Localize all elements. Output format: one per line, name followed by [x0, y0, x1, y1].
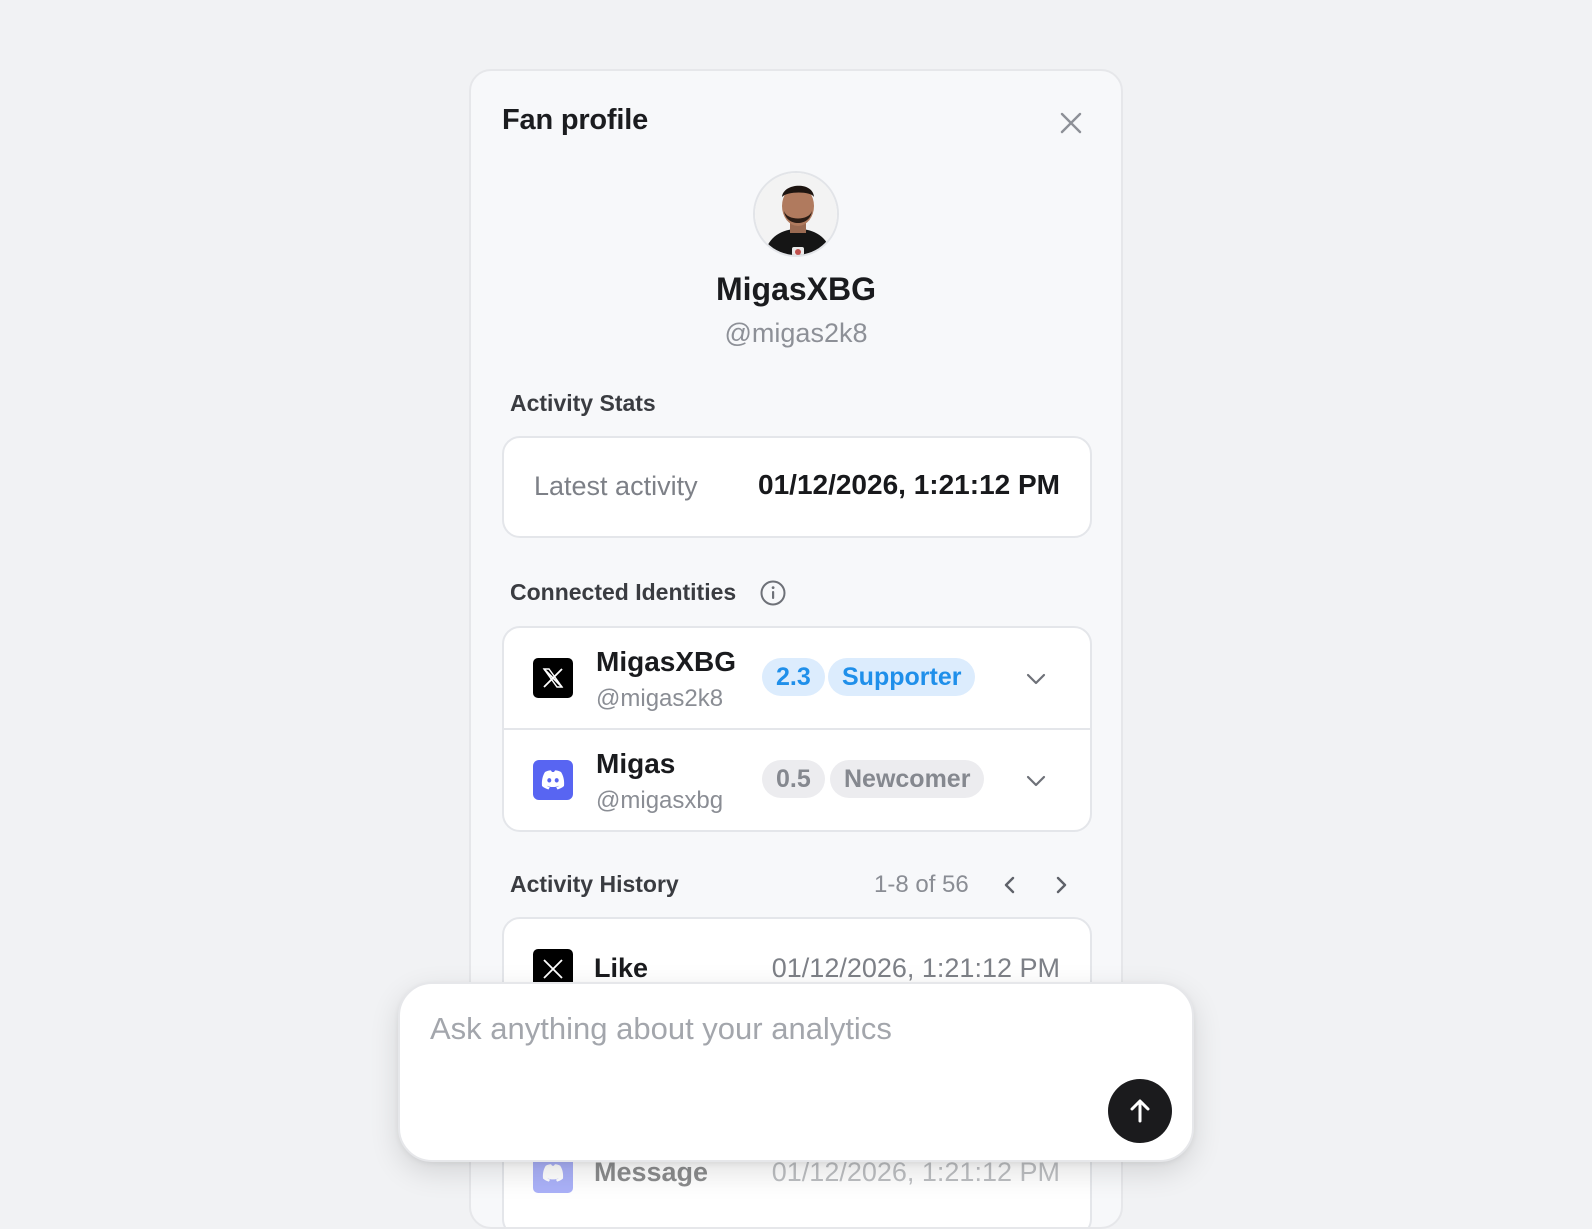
avatar	[753, 171, 839, 257]
identity-name: Migas	[596, 748, 676, 779]
score-badge: 2.3	[762, 658, 825, 696]
chevron-right-icon[interactable]	[1049, 873, 1073, 897]
chat-composer	[398, 982, 1194, 1162]
panel-title: Fan profile	[502, 104, 649, 136]
arrow-up-icon	[1130, 1099, 1150, 1123]
identity-row-discord[interactable]: Migas @migasxbg 0.5 Newcomer	[504, 730, 1090, 832]
history-row[interactable]: Like 01/12/2026, 1:21:12 PM	[504, 919, 1090, 989]
history-range: 1-8 of 56	[874, 871, 969, 898]
discord-icon	[533, 760, 573, 800]
identity-handle: @migas2k8	[596, 685, 724, 712]
score-badge: 0.5	[762, 760, 825, 798]
connected-identities-card: MigasXBG @migas2k8 2.3 Supporter Migas @…	[502, 626, 1092, 832]
x-icon	[533, 658, 573, 698]
activity-stats-label: Activity Stats	[510, 390, 656, 416]
profile-handle: @migas2k8	[724, 318, 868, 348]
identity-handle: @migasxbg	[596, 787, 724, 814]
tier-badge: Newcomer	[830, 760, 985, 798]
latest-activity-value: 01/12/2026, 1:21:12 PM	[758, 469, 1060, 500]
chat-input[interactable]	[428, 1010, 1068, 1048]
chevron-left-icon[interactable]	[998, 873, 1022, 897]
history-time: 01/12/2026, 1:21:12 PM	[771, 953, 1060, 983]
activity-history-label: Activity History	[510, 871, 679, 897]
chevron-down-icon[interactable]	[1023, 768, 1049, 794]
send-button[interactable]	[1108, 1079, 1172, 1143]
close-icon[interactable]	[1057, 109, 1085, 137]
identity-name: MigasXBG	[596, 646, 737, 677]
chevron-down-icon[interactable]	[1023, 666, 1049, 692]
info-icon[interactable]	[759, 579, 787, 607]
tier-badge: Supporter	[828, 658, 976, 696]
profile-name: MigasXBG	[715, 271, 877, 307]
identity-row-x[interactable]: MigasXBG @migas2k8 2.3 Supporter	[504, 628, 1090, 730]
latest-activity-card: Latest activity 01/12/2026, 1:21:12 PM	[502, 436, 1092, 538]
latest-activity-label: Latest activity	[534, 471, 698, 501]
history-type: Like	[594, 953, 649, 983]
connected-identities-label: Connected Identities	[510, 579, 737, 605]
